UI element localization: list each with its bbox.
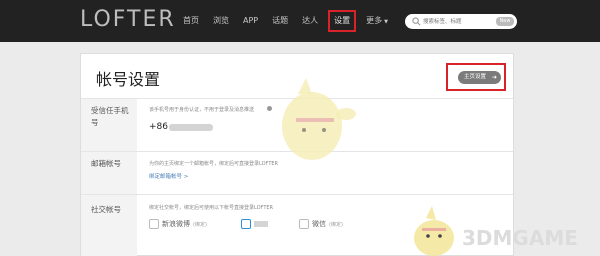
social-account-weibo[interactable]: 新浪微博 (绑定) (149, 219, 207, 229)
weibo-label: 新浪微博 (162, 220, 190, 228)
nav-item-more[interactable]: 更多 ▼ (359, 0, 395, 42)
main-nav: 首页 浏览 APP 话题 达人 设置 更多 ▼ (176, 0, 395, 42)
nav-item-topics[interactable]: 话题 (265, 0, 295, 42)
lofter-logo[interactable]: LOFTER (80, 7, 176, 32)
home-settings-highlight: 主页设置 ➜ (446, 63, 506, 91)
nav-item-browse[interactable]: 浏览 (206, 0, 236, 42)
home-settings-label: 主页设置 (464, 74, 487, 80)
top-navigation-bar: LOFTER 首页 浏览 APP 话题 达人 设置 更多▼ New (0, 0, 600, 42)
weibo-icon (149, 219, 159, 229)
new-badge: New (496, 17, 514, 26)
search-box[interactable]: New (405, 14, 517, 29)
watermark-text: 3DMGAME (462, 226, 578, 250)
phone-label: 受信任手机号 (91, 106, 129, 127)
home-settings-button[interactable]: 主页设置 ➜ (458, 71, 501, 84)
divider (81, 194, 513, 195)
arrow-right-icon: ➜ (491, 74, 497, 81)
social-account-wechat[interactable]: 微信 (绑定) (299, 219, 343, 229)
nav-item-experts[interactable]: 达人 (295, 0, 325, 42)
mascot-illustration-small (414, 206, 454, 256)
phone-description: 该手机号用于身份认证，不用于登录及消息推送 (149, 107, 255, 113)
search-input[interactable] (423, 16, 495, 27)
social-label: 社交帐号 (91, 205, 121, 214)
mascot-illustration (282, 78, 356, 160)
weibo-status: (绑定) (193, 221, 207, 228)
nav-item-settings[interactable]: 设置 (328, 10, 357, 32)
search-icon (412, 17, 421, 26)
bind-email-link[interactable]: 绑定邮箱帐号 > (149, 172, 188, 180)
wechat-icon (299, 219, 309, 229)
phone-number-masked (169, 124, 213, 131)
phone-country-code: +86 (149, 122, 168, 132)
nav-more-label: 更多 (366, 16, 383, 25)
email-label: 邮箱帐号 (91, 159, 121, 168)
nav-item-app[interactable]: APP (236, 0, 265, 42)
nav-item-home[interactable]: 首页 (176, 0, 206, 42)
page-title: 帐号设置 (96, 70, 161, 89)
wechat-label: 微信 (312, 220, 326, 228)
qq-label-masked (254, 221, 268, 227)
qq-icon (241, 219, 251, 229)
social-account-qq[interactable] (241, 219, 268, 229)
wechat-status: (绑定) (329, 221, 343, 228)
email-description: 为你的主页绑定一个邮箱帐号，绑定后可直接登录LOFTER (149, 161, 279, 167)
chevron-down-icon: ▼ (384, 19, 388, 25)
social-description: 绑定社交帐号，绑定后可使用以下帐号直接登录LOFTER (149, 205, 274, 211)
